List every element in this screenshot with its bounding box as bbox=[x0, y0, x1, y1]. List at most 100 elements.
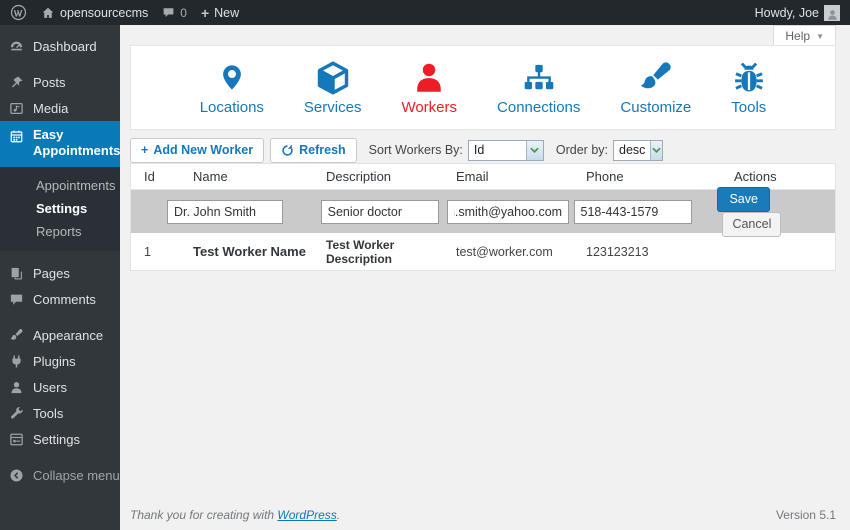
cell-name: Test Worker Name bbox=[193, 244, 306, 259]
plus-icon: + bbox=[141, 143, 149, 157]
header-actions: Actions bbox=[734, 169, 777, 184]
admin-bar-new-button[interactable]: + New bbox=[201, 6, 239, 20]
howdy-label: Howdy, Joe bbox=[754, 5, 819, 20]
sidebar-item-label: Collapse menu bbox=[33, 468, 120, 483]
admin-content: Help ▼ Locations Services Workers Connec… bbox=[120, 25, 850, 530]
comments-icon bbox=[9, 292, 25, 308]
workers-toolbar: + Add New Worker Refresh Sort Workers By… bbox=[130, 137, 836, 163]
plus-icon: + bbox=[200, 4, 210, 21]
save-button[interactable]: Save bbox=[717, 186, 770, 212]
sidebar-item-dashboard[interactable]: Dashboard bbox=[0, 33, 120, 59]
site-name-menu[interactable]: opensourcecms bbox=[41, 6, 148, 20]
header-id: Id bbox=[144, 169, 155, 184]
admin-bar: opensourcecms 0 + New Howdy, Joe bbox=[0, 0, 850, 25]
sidebar-separator bbox=[0, 251, 120, 261]
sidebar-item-label: Media bbox=[33, 100, 69, 116]
sort-workers-select[interactable]: Id bbox=[467, 139, 544, 161]
tab-locations[interactable]: Locations bbox=[200, 59, 264, 116]
order-by-value: desc bbox=[619, 143, 646, 157]
order-by-select[interactable]: desc bbox=[613, 139, 663, 161]
tab-label: Connections bbox=[497, 99, 581, 116]
sidebar-item-posts[interactable]: Posts bbox=[0, 69, 120, 95]
sidebar-item-media[interactable]: Media bbox=[0, 95, 120, 121]
calendar-icon bbox=[9, 128, 25, 144]
admin-bar-comments[interactable]: 0 bbox=[162, 6, 187, 20]
sidebar-item-plugins[interactable]: Plugins bbox=[0, 349, 120, 375]
comment-bubble-icon bbox=[163, 8, 174, 18]
sidebar-item-easy-appointments[interactable]: Easy Appointments bbox=[0, 121, 127, 167]
sort-workers-label: Sort Workers By: bbox=[368, 143, 463, 157]
select-chevron-icon bbox=[525, 140, 543, 160]
worker-email-input[interactable] bbox=[447, 199, 570, 224]
add-new-worker-button[interactable]: + Add New Worker bbox=[130, 137, 265, 163]
header-phone: Phone bbox=[586, 169, 624, 184]
avatar bbox=[824, 4, 840, 21]
appearance-icon bbox=[9, 328, 25, 344]
tools-icon bbox=[9, 406, 25, 422]
pushpin-icon bbox=[9, 74, 25, 90]
sidebar-item-label: Plugins bbox=[33, 354, 76, 369]
worker-name-input[interactable] bbox=[166, 199, 283, 224]
sidebar-item-label: Tools bbox=[33, 406, 64, 421]
settings-icon bbox=[9, 432, 25, 448]
select-chevron-icon bbox=[650, 140, 662, 160]
tab-connections[interactable]: Connections bbox=[497, 59, 580, 116]
cell-id: 1 bbox=[144, 244, 151, 259]
header-description: Description bbox=[326, 169, 392, 184]
site-name-label: opensourcecms bbox=[60, 5, 149, 20]
refresh-button[interactable]: Refresh bbox=[270, 137, 357, 163]
sidebar-separator bbox=[0, 59, 120, 69]
sidebar-item-tools[interactable]: Tools bbox=[0, 401, 120, 427]
chevron-down-icon: ▼ bbox=[816, 31, 824, 41]
sidebar-item-label: Users bbox=[33, 380, 67, 395]
help-label: Help bbox=[785, 29, 811, 43]
sidebar-item-settings[interactable]: Settings bbox=[0, 427, 120, 453]
paintbrush-icon bbox=[638, 59, 674, 96]
worker-phone-input[interactable] bbox=[573, 199, 692, 224]
sidebar-item-pages[interactable]: Pages bbox=[0, 261, 120, 287]
tab-label: Tools bbox=[731, 99, 767, 116]
refresh-icon bbox=[281, 144, 294, 157]
sidebar-item-label: Settings bbox=[33, 432, 80, 447]
tab-tools[interactable]: Tools bbox=[731, 59, 766, 116]
header-name: Name bbox=[193, 169, 228, 184]
sidebar-item-label: Posts bbox=[33, 74, 66, 90]
tab-workers[interactable]: Workers bbox=[401, 59, 457, 116]
wordpress-link[interactable]: WordPress bbox=[277, 508, 336, 522]
cell-email: test@worker.com bbox=[456, 244, 553, 259]
tab-services[interactable]: Services bbox=[303, 59, 362, 116]
admin-sidebar: Dashboard Posts Media Easy Appointments … bbox=[0, 25, 127, 530]
sidebar-item-label: Pages bbox=[33, 266, 70, 281]
order-by-label: Order by: bbox=[555, 143, 608, 157]
cell-description: Test Worker Description bbox=[326, 237, 395, 266]
dashboard-icon bbox=[9, 38, 25, 54]
easy-appointments-submenu: Appointments Settings Reports bbox=[0, 166, 120, 251]
tab-customize[interactable]: Customize bbox=[620, 59, 691, 116]
refresh-label: Refresh bbox=[299, 143, 346, 157]
admin-bar-right: Howdy, Joe bbox=[754, 4, 840, 21]
media-icon bbox=[9, 100, 25, 116]
howdy-menu[interactable]: Howdy, Joe bbox=[754, 4, 840, 21]
worker-table-row[interactable]: 1 Test Worker Name Test Worker Descripti… bbox=[131, 233, 835, 270]
sidebar-item-appearance[interactable]: Appearance bbox=[0, 323, 120, 349]
submenu-item-appointments[interactable]: Appointments bbox=[0, 174, 120, 197]
cancel-button[interactable]: Cancel bbox=[722, 211, 782, 237]
tab-label: Customize bbox=[620, 99, 692, 116]
worker-description-input[interactable] bbox=[320, 199, 439, 224]
help-button[interactable]: Help ▼ bbox=[773, 25, 836, 47]
tab-label: Services bbox=[303, 99, 362, 116]
tab-label: Locations bbox=[199, 99, 264, 116]
home-icon bbox=[42, 7, 54, 18]
sidebar-separator bbox=[0, 453, 120, 463]
submenu-item-settings[interactable]: Settings bbox=[0, 197, 120, 220]
submenu-item-reports[interactable]: Reports bbox=[0, 220, 120, 243]
sidebar-item-label: Appearance bbox=[33, 328, 104, 343]
sidebar-item-comments[interactable]: Comments bbox=[0, 287, 120, 313]
person-icon bbox=[412, 59, 446, 96]
footer-version: Version 5.1 bbox=[775, 508, 836, 522]
users-icon bbox=[9, 380, 25, 396]
sidebar-item-users[interactable]: Users bbox=[0, 375, 120, 401]
wordpress-logo-icon[interactable] bbox=[10, 4, 27, 21]
collapse-menu-button[interactable]: Collapse menu bbox=[0, 463, 120, 489]
bug-icon bbox=[732, 59, 766, 96]
